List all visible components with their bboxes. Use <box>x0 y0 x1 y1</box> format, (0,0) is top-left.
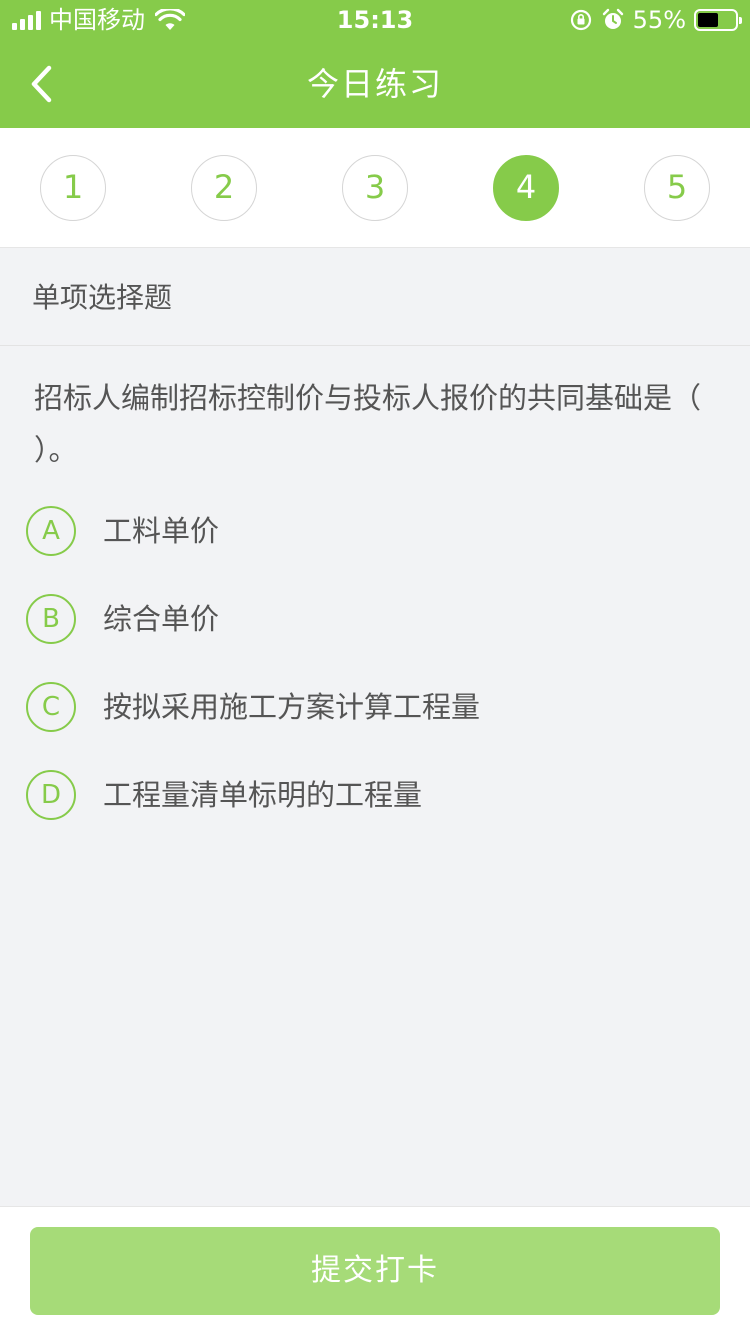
option-b-text: 综合单价 <box>103 602 220 636</box>
practice-page: 中国移动 15:13 55% 今日练习 1 2 3 4 5 单项选择题 招标人编… <box>0 0 750 1334</box>
battery-tip <box>739 17 742 24</box>
question-type-bar: 单项选择题 <box>0 248 750 346</box>
option-c-letter: C <box>26 682 76 732</box>
status-right: 55% <box>569 6 742 34</box>
question-number-2[interactable]: 2 <box>191 155 257 221</box>
option-a[interactable]: A 工料单价 <box>26 501 716 561</box>
alarm-clock-icon <box>602 8 623 29</box>
option-c[interactable]: C 按拟采用施工方案计算工程量 <box>26 677 716 737</box>
question-number-3[interactable]: 3 <box>342 155 408 221</box>
question-text: 招标人编制招标控制价与投标人报价的共同基础是（ ）。 <box>34 381 702 467</box>
option-a-letter: A <box>26 506 76 556</box>
question-type-label: 单项选择题 <box>32 281 173 314</box>
bottom-bar: 提交打卡 <box>0 1206 750 1334</box>
battery-icon <box>694 9 742 31</box>
option-b-letter: B <box>26 594 76 644</box>
option-d-letter: D <box>26 770 76 820</box>
question-number-1[interactable]: 1 <box>40 155 106 221</box>
header-bar: 中国移动 15:13 55% 今日练习 <box>0 0 750 128</box>
status-bar: 中国移动 15:13 55% <box>0 0 750 40</box>
option-a-text: 工料单价 <box>103 514 220 548</box>
battery-level <box>698 13 718 27</box>
option-b[interactable]: B 综合单价 <box>26 589 716 649</box>
question-number-5[interactable]: 5 <box>644 155 710 221</box>
battery-percent: 55% <box>632 6 686 34</box>
question-number-strip: 1 2 3 4 5 <box>0 128 750 248</box>
question-number-4[interactable]: 4 <box>493 155 559 221</box>
option-d[interactable]: D 工程量清单标明的工程量 <box>26 765 716 825</box>
option-d-text: 工程量清单标明的工程量 <box>103 778 423 812</box>
orientation-lock-icon <box>570 9 591 31</box>
submit-checkin-button[interactable]: 提交打卡 <box>30 1227 720 1315</box>
page-title: 今日练习 <box>306 65 443 103</box>
option-c-text: 按拟采用施工方案计算工程量 <box>103 690 481 724</box>
